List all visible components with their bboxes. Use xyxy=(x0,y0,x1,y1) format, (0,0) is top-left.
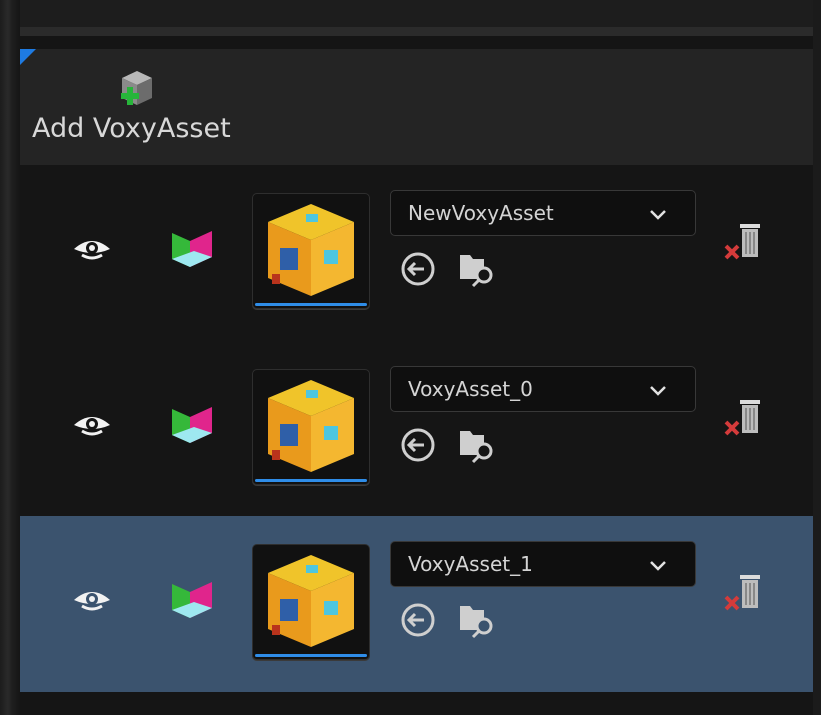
browse-to-asset-icon[interactable] xyxy=(458,425,498,469)
thumbnail-underline xyxy=(255,479,367,482)
add-voxy-asset-button[interactable]: Add VoxyAsset xyxy=(32,69,247,149)
asset-dropdown[interactable]: NewVoxyAsset xyxy=(390,190,696,236)
room-icon[interactable] xyxy=(166,223,220,281)
room-icon[interactable] xyxy=(166,399,220,457)
thumbnail-underline xyxy=(255,654,367,657)
thumbnail-underline xyxy=(255,303,367,306)
remove-trash-icon[interactable] xyxy=(724,220,766,268)
asset-dropdown[interactable]: VoxyAsset_0 xyxy=(390,366,696,412)
corner-marker xyxy=(20,49,36,65)
chevron-down-icon xyxy=(649,206,667,225)
asset-thumbnail[interactable] xyxy=(252,544,370,660)
asset-thumbnail[interactable] xyxy=(252,369,370,485)
add-voxy-asset-label: Add VoxyAsset xyxy=(32,113,231,144)
voxy-asset-row: VoxyAsset_0 xyxy=(20,341,813,517)
asset-name-label: VoxyAsset_0 xyxy=(408,377,533,401)
scrollbar-track[interactable] xyxy=(813,0,821,715)
add-voxy-asset-icon xyxy=(118,69,156,113)
asset-thumbnail[interactable] xyxy=(252,193,370,309)
chevron-down-icon xyxy=(649,557,667,576)
use-selected-asset-icon[interactable] xyxy=(400,251,436,291)
browse-to-asset-icon[interactable] xyxy=(458,600,498,644)
eye-icon[interactable] xyxy=(72,237,112,265)
room-icon[interactable] xyxy=(166,574,220,632)
voxy-asset-header: Add VoxyAsset xyxy=(20,49,813,165)
remove-trash-icon[interactable] xyxy=(724,396,766,444)
eye-icon[interactable] xyxy=(72,588,112,616)
asset-dropdown[interactable]: VoxyAsset_1 xyxy=(390,541,696,587)
use-selected-asset-icon[interactable] xyxy=(400,602,436,642)
panel-left-edge xyxy=(0,0,20,715)
voxy-asset-row: NewVoxyAsset xyxy=(20,165,813,341)
voxy-asset-row-selected: VoxyAsset_1 xyxy=(20,516,813,692)
chevron-down-icon xyxy=(649,382,667,401)
top-toolbar-area xyxy=(20,0,821,27)
remove-trash-icon[interactable] xyxy=(724,571,766,619)
browse-to-asset-icon[interactable] xyxy=(458,249,498,293)
asset-name-label: VoxyAsset_1 xyxy=(408,552,533,576)
asset-name-label: NewVoxyAsset xyxy=(408,201,554,225)
use-selected-asset-icon[interactable] xyxy=(400,427,436,467)
top-divider xyxy=(20,27,813,36)
eye-icon[interactable] xyxy=(72,413,112,441)
